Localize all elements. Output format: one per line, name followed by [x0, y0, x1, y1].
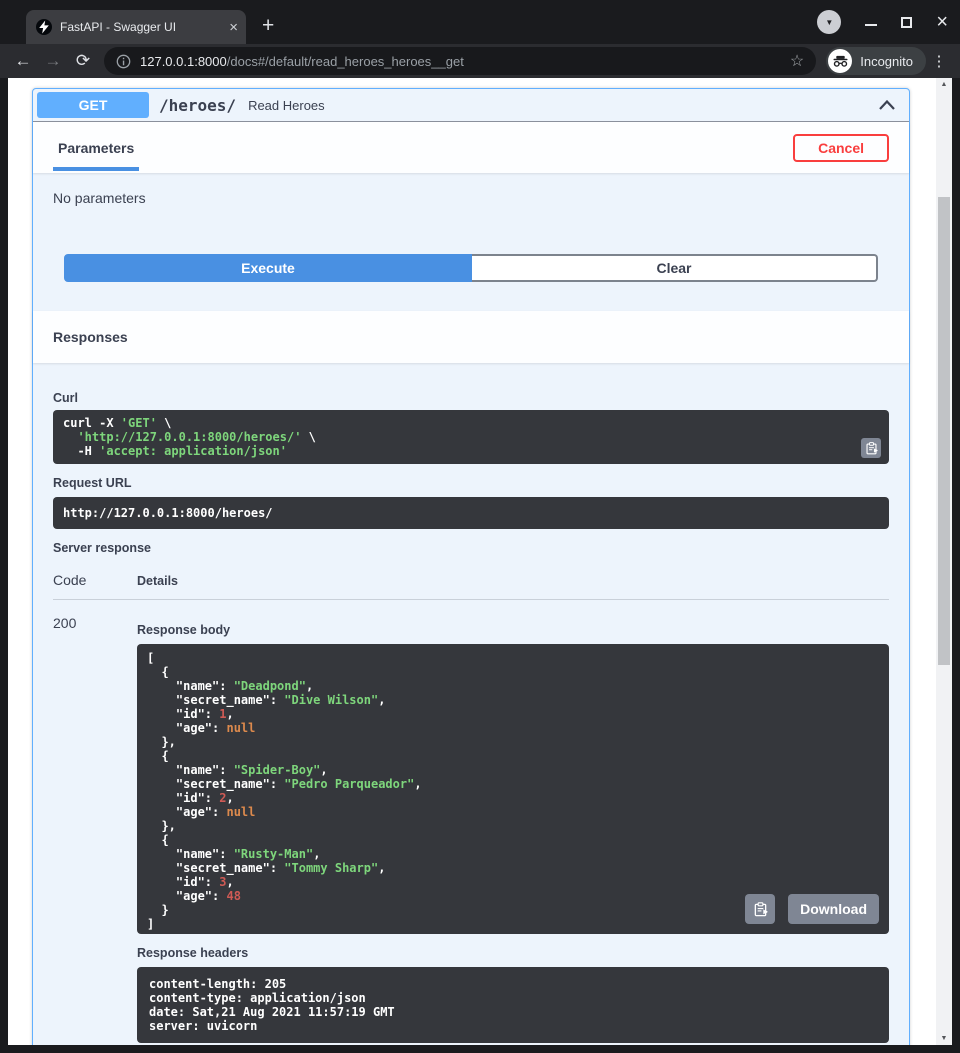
incognito-icon	[828, 49, 852, 73]
parameters-tab-label: Parameters	[58, 140, 134, 156]
response-headers-label: Response headers	[137, 946, 889, 960]
endpoint-summary: Read Heroes	[248, 98, 325, 113]
details-column-header: Details	[137, 574, 178, 588]
url-host: 127.0.0.1:8000	[140, 54, 227, 69]
endpoint-path: /heroes/	[159, 96, 236, 115]
response-headers-code: content-length: 205 content-type: applic…	[137, 967, 889, 1043]
parameters-header: Parameters Cancel	[33, 122, 909, 173]
table-header-row: Code Details	[53, 572, 889, 600]
window-controls: ▼ ×	[817, 10, 948, 34]
opblock-summary[interactable]: GET /heroes/ Read Heroes	[33, 89, 909, 122]
active-tab-underline	[53, 167, 139, 171]
curl-code: curl -X 'GET' \ 'http://127.0.0.1:8000/h…	[53, 410, 889, 464]
clear-button[interactable]: Clear	[472, 254, 878, 282]
server-response-label: Server response	[53, 541, 889, 555]
back-icon[interactable]: ←	[8, 51, 38, 71]
incognito-badge: Incognito	[826, 47, 926, 75]
copy-response-button[interactable]	[745, 894, 775, 924]
method-badge: GET	[37, 92, 149, 118]
tab-title: FastAPI - Swagger UI	[60, 20, 221, 34]
request-url-label: Request URL	[53, 476, 889, 490]
fastapi-favicon-icon	[36, 19, 52, 35]
no-parameters-text: No parameters	[53, 190, 889, 206]
reload-icon[interactable]: ⟳	[68, 51, 98, 71]
browser-toolbar: ← → ⟳ 127.0.0.1:8000/docs#/default/read_…	[0, 44, 960, 78]
scrollbar-thumb[interactable]	[938, 197, 950, 665]
swagger-page: GET /heroes/ Read Heroes Parameters Canc…	[8, 78, 952, 1045]
responses-body: Curl curl -X 'GET' \ 'http://127.0.0.1:8…	[33, 363, 909, 1045]
browser-menu-icon[interactable]: ⋮	[926, 52, 952, 70]
url-path: /docs#/default/read_heroes_heroes__get	[227, 54, 464, 69]
window-maximize-icon[interactable]	[901, 17, 912, 28]
status-code: 200	[53, 615, 137, 1043]
response-body-code: [ { "name": "Deadpond", "secret_name": "…	[137, 644, 889, 934]
table-row: 200 Response body [ { "name": "Deadpond"…	[53, 600, 889, 1043]
url-text: 127.0.0.1:8000/docs#/default/read_heroes…	[140, 54, 781, 69]
tab-parameters[interactable]: Parameters	[53, 122, 139, 173]
url-bar[interactable]: 127.0.0.1:8000/docs#/default/read_heroes…	[104, 47, 816, 75]
bookmark-star-icon[interactable]: ☆	[790, 51, 804, 71]
page-scrollbar[interactable]: ▲ ▼	[936, 78, 952, 1045]
window-menu-icon[interactable]: ▼	[817, 10, 841, 34]
forward-icon[interactable]: →	[38, 51, 68, 71]
responses-header: Responses	[33, 311, 909, 363]
cancel-button[interactable]: Cancel	[793, 134, 889, 162]
response-body-actions: Download	[745, 894, 879, 924]
response-details-cell: Response body [ { "name": "Deadpond", "s…	[137, 615, 889, 1043]
parameters-body: No parameters Execute Clear	[33, 173, 909, 311]
scrollbar-up-icon[interactable]: ▲	[936, 81, 952, 88]
server-response-table: Code Details 200 Response body [ { "name…	[53, 572, 889, 1043]
browser-tab-bar: FastAPI - Swagger UI × + ▼ ×	[0, 0, 960, 44]
download-button[interactable]: Download	[788, 894, 879, 924]
request-url-value: http://127.0.0.1:8000/heroes/	[53, 497, 889, 529]
copy-curl-button[interactable]	[861, 438, 881, 458]
window-minimize-icon[interactable]	[865, 24, 877, 26]
execute-button-group: Execute Clear	[64, 254, 878, 282]
page-info-icon[interactable]	[116, 54, 131, 69]
window-close-icon[interactable]: ×	[936, 14, 948, 30]
opblock-get-heroes: GET /heroes/ Read Heroes Parameters Canc…	[32, 88, 910, 1045]
execute-button[interactable]: Execute	[64, 254, 472, 282]
tab-close-icon[interactable]: ×	[229, 20, 238, 35]
curl-label: Curl	[53, 391, 889, 405]
code-column-header: Code	[53, 572, 137, 588]
response-body-label: Response body	[137, 623, 889, 637]
scrollbar-down-icon[interactable]: ▼	[936, 1035, 952, 1042]
responses-title: Responses	[53, 329, 128, 345]
new-tab-button[interactable]: +	[262, 16, 274, 36]
collapse-chevron-icon[interactable]	[879, 100, 895, 110]
browser-tab[interactable]: FastAPI - Swagger UI ×	[26, 10, 246, 44]
incognito-label: Incognito	[860, 54, 913, 69]
